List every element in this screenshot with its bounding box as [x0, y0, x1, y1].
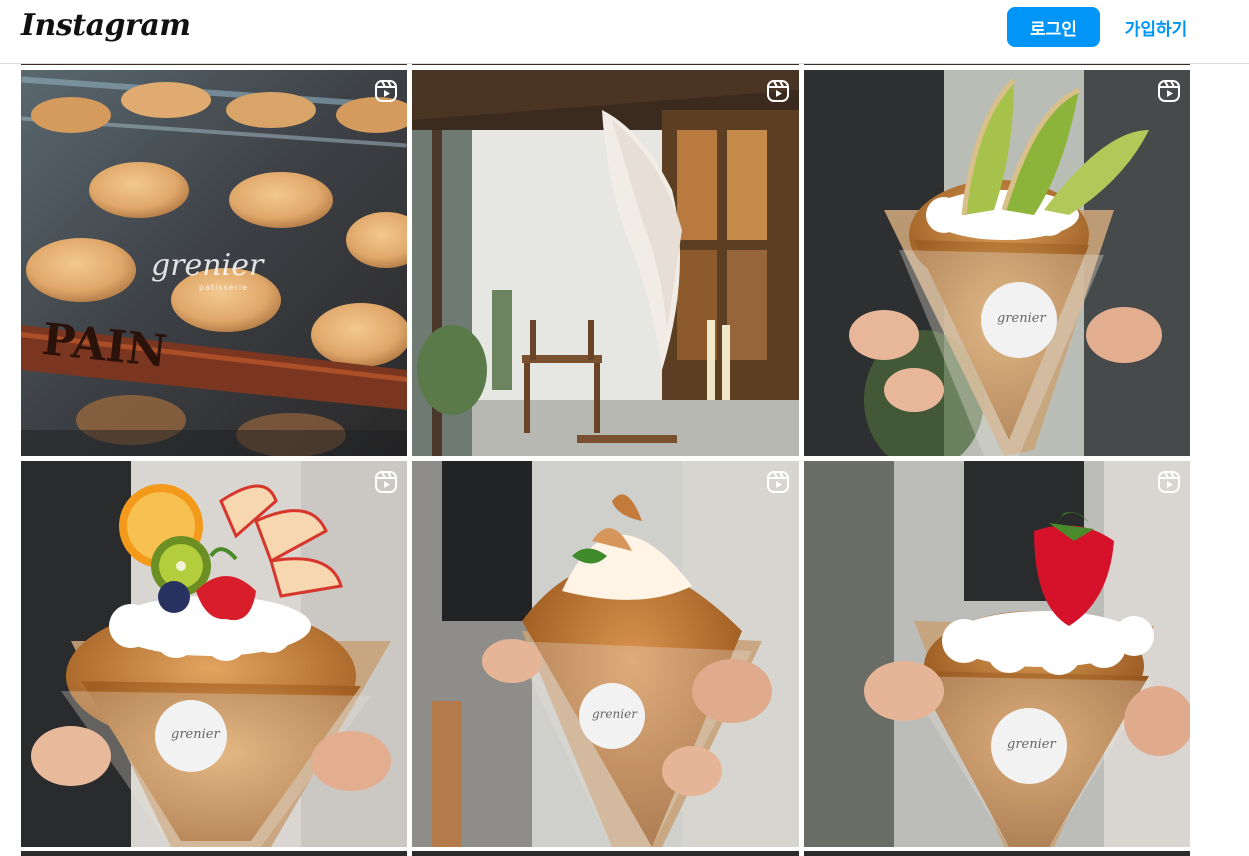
login-button[interactable]: 로그인 — [1007, 7, 1100, 47]
reels-icon — [767, 80, 789, 102]
top-header: Instagram 로그인 가입하기 — [0, 0, 1249, 64]
svg-text:grenier: grenier — [592, 707, 638, 721]
signup-button[interactable]: 가입하기 — [1110, 7, 1202, 47]
reels-icon — [1158, 471, 1180, 493]
next-row-tile-edge — [804, 851, 1190, 856]
svg-text:patisserie: patisserie — [199, 283, 248, 292]
post-tile-meringue-croissant[interactable]: grenier — [412, 461, 799, 847]
post-tile-strawberry-croissant[interactable]: grenier — [804, 461, 1190, 847]
reels-icon — [375, 471, 397, 493]
reels-icon — [1158, 80, 1180, 102]
reels-icon — [767, 471, 789, 493]
macaron-cookies-image: PAIN grenier patisserie — [21, 70, 407, 456]
cafe-interior-image — [412, 70, 799, 456]
post-tile-macaron-cookies[interactable]: PAIN grenier patisserie — [21, 70, 407, 456]
fruit-croissant-image: grenier — [21, 461, 407, 847]
post-tile-cafe-interior[interactable] — [412, 70, 799, 456]
svg-text:grenier: grenier — [997, 311, 1046, 326]
next-row-tile-edge — [412, 851, 799, 856]
next-row-tile-edge — [21, 851, 407, 856]
svg-text:grenier: grenier — [171, 727, 220, 742]
reels-icon — [375, 80, 397, 102]
meringue-croissant-image: grenier — [412, 461, 799, 847]
svg-text:grenier: grenier — [151, 248, 265, 283]
post-tile-melon-croissant[interactable]: grenier — [804, 70, 1190, 456]
strawberry-croissant-image: grenier — [804, 461, 1190, 847]
instagram-logo[interactable]: Instagram — [21, 8, 191, 43]
post-tile-fruit-croissant[interactable]: grenier — [21, 461, 407, 847]
svg-text:grenier: grenier — [1007, 737, 1056, 752]
melon-croissant-image: grenier — [804, 70, 1190, 456]
